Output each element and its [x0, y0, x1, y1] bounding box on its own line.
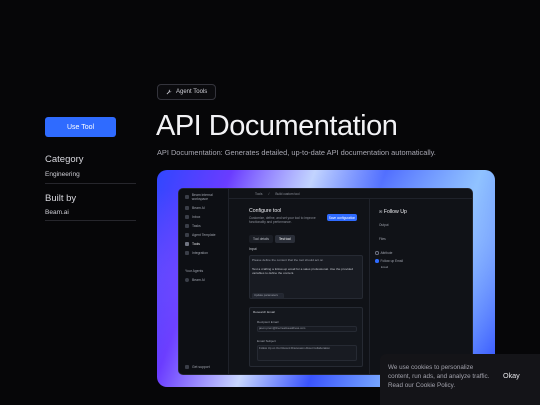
built-by-heading: Built by — [45, 193, 77, 204]
page-title: API Documentation — [156, 110, 398, 142]
cookie-okay-button[interactable]: Okay — [503, 371, 520, 380]
workspace-switcher: Beam internal workspace — [185, 193, 228, 201]
nav-label: Beam AI — [192, 206, 205, 210]
nav-label: Inbox — [192, 215, 201, 219]
radio-icon — [375, 251, 379, 255]
app-preview: Beam internal workspace Beam AI Inbox Ta… — [178, 188, 473, 375]
nav-label: Tasks — [192, 224, 201, 228]
recipient-value: jason.prem@thecreativeaddress.com — [259, 326, 306, 330]
radio-sub: Email — [381, 265, 388, 269]
radio-label: Attribute — [380, 251, 393, 255]
follow-up-label: Follow Up — [383, 209, 407, 215]
configure-subtitle: Customize, define, and set your tool to … — [249, 216, 316, 225]
tab-tool-details: Tool details — [249, 235, 273, 243]
radio-option-selected: Follow up Email — [375, 259, 403, 263]
app-sidebar: Beam internal workspace Beam AI Inbox Ta… — [179, 189, 229, 374]
prompt-text: Test a crafting a follow-up email for a … — [252, 267, 354, 276]
update-parameters-label: Update parameters — [254, 293, 278, 297]
subject-value: Follow Up on Our Recent Discussion About… — [259, 346, 330, 350]
configure-title: Configure tool — [249, 208, 282, 214]
use-tool-button[interactable]: Use Tool — [45, 117, 116, 137]
radio-option: Attribute — [375, 251, 392, 255]
tag-label: Agent Tools — [176, 89, 208, 95]
agent-item: Beam AI — [185, 278, 205, 282]
agent-label: Beam AI — [192, 278, 205, 282]
radio-label: Follow up Email — [380, 259, 404, 263]
crumb: Tools — [255, 191, 263, 196]
divider — [45, 183, 136, 184]
crumb-sep: / — [268, 191, 270, 196]
page-subtitle: API Documentation: Generates detailed, u… — [157, 148, 436, 157]
section-label: Your Agents — [185, 269, 204, 273]
nav-item: Tasks — [185, 224, 201, 228]
category-heading: Category — [45, 154, 84, 165]
next-section-heading — [157, 399, 197, 405]
recipient-label: Recipient Email — [257, 320, 279, 324]
support-label: Get support — [192, 365, 210, 369]
radio-icon — [375, 259, 379, 263]
cookie-banner: We use cookies to personalize content, r… — [380, 354, 540, 405]
nav-item: Agent Template — [185, 233, 216, 237]
follow-up-title: ✉ Follow Up — [379, 209, 407, 215]
mode-toggle: Tool details Test tool — [249, 235, 295, 243]
nav-item: Integration — [185, 251, 208, 255]
divider — [45, 220, 136, 221]
response-label: Research Email — [253, 310, 275, 314]
output-label: Output — [379, 223, 389, 227]
built-by-value[interactable]: Beam.ai — [45, 209, 69, 216]
mail-icon: ✉ — [379, 209, 383, 214]
nav-item: Inbox — [185, 215, 200, 219]
prompt-hint: Please define the content that the tool … — [252, 258, 324, 262]
nav-label: Agent Template — [192, 233, 216, 237]
files-label: Files — [379, 237, 386, 241]
nav-item-active: Tools — [185, 242, 200, 246]
app-breadcrumb: Tools / Build custom tool — [229, 189, 472, 199]
cookie-text: We use cookies to personalize content, r… — [388, 364, 490, 390]
nav-label: Integration — [192, 251, 209, 255]
your-agents-label: Your Agents — [185, 269, 203, 273]
workspace-label: Beam internal workspace — [191, 193, 213, 201]
support-item: Get support — [185, 365, 210, 369]
subject-label: Email Subject — [257, 339, 276, 343]
nav-label: Tools — [192, 242, 200, 246]
page: Use Tool Category Engineering Built by B… — [0, 0, 540, 405]
agent-tools-tag[interactable]: Agent Tools — [157, 84, 217, 100]
crumb: Build custom tool — [275, 191, 300, 196]
nav-item: Beam AI — [185, 206, 205, 210]
category-value: Engineering — [45, 171, 80, 178]
wrench-icon — [166, 89, 172, 95]
tab-test-tool: Test tool — [274, 235, 295, 243]
save-configuration-button: Save configuration — [327, 214, 357, 221]
input-label: Input — [249, 247, 257, 251]
